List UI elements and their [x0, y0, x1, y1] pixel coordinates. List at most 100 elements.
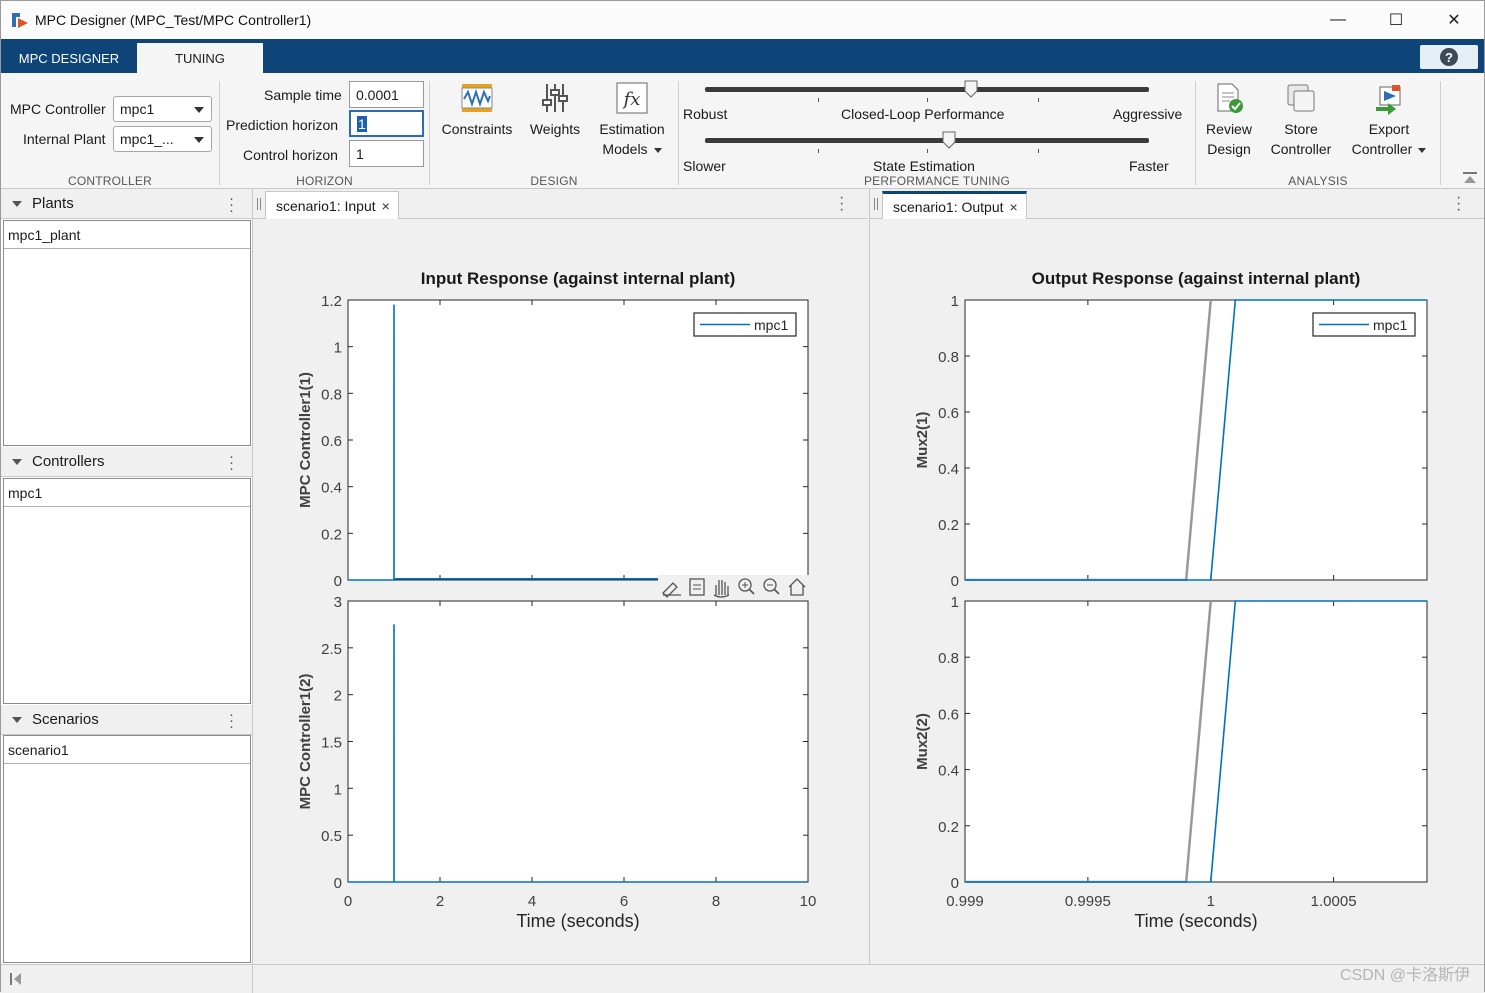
mpc-controller-dropdown[interactable]: mpc1	[113, 96, 212, 122]
scenarios-menu-icon[interactable]: · · ·	[229, 707, 234, 734]
closed-loop-performance-thumb[interactable]	[964, 80, 978, 98]
review-label-line2: Design	[1207, 141, 1251, 157]
maximize-button[interactable]: ☐	[1367, 1, 1425, 39]
window-title: MPC Designer (MPC_Test/MPC Controller1)	[35, 12, 312, 28]
data-browser-panel: Plants · · · mpc1_plant Controllers · · · mp…	[1, 189, 253, 964]
slider-tick	[1038, 149, 1039, 153]
weights-button[interactable]: Weights	[522, 81, 588, 139]
collapse-triangle-icon[interactable]	[12, 716, 22, 723]
x-tick-label: 0.9995	[1065, 893, 1111, 910]
y-tick-label: 0.2	[938, 517, 959, 534]
slider-tick	[927, 149, 928, 153]
y-tick-label: 1.5	[321, 735, 342, 752]
y-tick-label: 0.6	[938, 405, 959, 422]
x-tick-label: 0.999	[946, 893, 984, 910]
scenarios-title: Scenarios	[32, 711, 99, 728]
tab-tuning[interactable]: TUNING	[137, 43, 263, 73]
export-label-line2: Controller	[1351, 141, 1413, 157]
controllers-menu-icon[interactable]: · · ·	[229, 449, 234, 476]
controller-section: MPC Controller mpc1 Internal Plant mpc1_…	[1, 73, 219, 189]
y-tick-label: 0.6	[321, 433, 342, 450]
help-icon: ?	[1440, 48, 1458, 66]
status-left-area	[1, 965, 253, 993]
y-tick-label: 0.8	[321, 386, 342, 403]
scenarios-header[interactable]: Scenarios · · ·	[1, 705, 252, 735]
list-item[interactable]: scenario1	[4, 736, 250, 764]
close-button[interactable]: ✕	[1425, 1, 1483, 39]
constraints-button[interactable]: Constraints	[438, 81, 516, 139]
plants-header[interactable]: Plants · · ·	[1, 189, 252, 219]
export-controller-button[interactable]: Export Controller	[1344, 81, 1434, 159]
y-tick-label: 0.8	[938, 349, 959, 366]
y-tick-label: 0	[951, 875, 959, 892]
axes-3: 0 0.2 0.4 0.6 0.8 1 0.999 0.9995 1 1.0005 Mux2(2) T…	[914, 594, 1428, 931]
store-controller-button[interactable]: Store Controller	[1264, 81, 1338, 159]
x-axis-label: Time (seconds)	[516, 911, 639, 931]
y-tick-label: 1	[951, 293, 959, 310]
horizon-section-title: HORIZON	[296, 174, 353, 188]
section-divider	[1440, 81, 1441, 185]
control-horizon-label: Control horizon	[243, 147, 338, 163]
chevron-down-icon	[194, 107, 204, 113]
axes-1: 0 0.5 1 1.5 2 2.5 3 0 2 4 6 8 10 MPC Controller1(2) Ti…	[297, 594, 816, 931]
legend-label: mpc1	[754, 317, 788, 333]
axes-2: 0 0.2 0.4 0.6 0.8 1 Output Response (against i…	[914, 269, 1428, 590]
performance-tuning-section: Robust Closed-Loop Performance Aggressiv…	[679, 73, 1195, 189]
plants-list: mpc1_plant	[3, 220, 251, 446]
state-estimation-slider[interactable]	[705, 138, 1149, 143]
review-design-button[interactable]: Review Design	[1200, 81, 1258, 159]
sample-time-input[interactable]: 0.0001	[349, 81, 424, 108]
state-estimation-thumb[interactable]	[942, 131, 956, 149]
collapse-toolstrip-icon[interactable]	[1462, 171, 1478, 185]
review-label-line1: Review	[1206, 121, 1252, 137]
x-tick-label: 8	[712, 893, 720, 910]
y-tick-label: 3	[334, 594, 342, 611]
list-item[interactable]: mpc1	[4, 479, 250, 507]
sample-time-label: Sample time	[264, 87, 342, 103]
estimation-models-button[interactable]: fx Estimation Models	[592, 81, 672, 159]
closed-loop-performance-slider[interactable]	[705, 87, 1149, 92]
y-tick-label: 0	[334, 573, 342, 590]
help-button[interactable]: ?	[1420, 45, 1478, 69]
axes-box	[964, 299, 1428, 581]
x-tick-label: 6	[620, 893, 628, 910]
x-tick-label: 2	[436, 893, 444, 910]
y-tick-label: 0.4	[321, 480, 342, 497]
analysis-section: Review Design Store Controller Export Co…	[1196, 73, 1440, 189]
tab-mpc-designer[interactable]: MPC DESIGNER	[5, 43, 133, 73]
input-response-plot: 0 0.2 0.4 0.6 0.8 1 1.2 Input Response (against…	[297, 269, 816, 931]
export-controller-icon	[1372, 81, 1406, 115]
x-axis-label: Time (seconds)	[1134, 911, 1257, 931]
y-axis-label: Mux2(2)	[914, 713, 931, 770]
prediction-horizon-input[interactable]: 1	[349, 110, 424, 137]
performance-tuning-section-title: PERFORMANCE TUNING	[863, 174, 1011, 188]
y-tick-label: 0	[334, 875, 342, 892]
internal-plant-label: Internal Plant	[23, 131, 106, 147]
controllers-header[interactable]: Controllers · · ·	[1, 447, 252, 477]
internal-plant-dropdown[interactable]: mpc1_...	[113, 126, 212, 152]
control-horizon-input[interactable]: 1	[349, 140, 424, 167]
y-tick-label: 0.6	[938, 706, 959, 723]
x-tick-label: 4	[528, 893, 536, 910]
list-item[interactable]: mpc1_plant	[4, 221, 250, 249]
output-response-plot: 0 0.2 0.4 0.6 0.8 1 Output Response (against i…	[914, 269, 1428, 931]
y-tick-label: 0.4	[938, 763, 959, 780]
collapse-triangle-icon[interactable]	[12, 458, 22, 465]
minimize-button[interactable]: —	[1309, 1, 1367, 39]
slider-tick	[927, 98, 928, 102]
collapse-triangle-icon[interactable]	[12, 200, 22, 207]
mpc-app-icon	[9, 9, 31, 31]
controller-section-title: CONTROLLER	[67, 174, 152, 188]
axes-box	[347, 299, 809, 581]
design-section-title: DESIGN	[530, 174, 578, 188]
y-axis-label: Mux2(1)	[914, 412, 931, 469]
weights-sliders-icon	[538, 81, 572, 115]
weights-label: Weights	[529, 121, 581, 137]
closed-loop-performance-label: Closed-Loop Performance	[841, 106, 1005, 122]
axes-box	[964, 600, 1428, 883]
estimation-label-line1: Estimation	[599, 121, 665, 137]
store-controller-icon	[1284, 81, 1318, 115]
collapse-panel-icon[interactable]	[9, 972, 23, 986]
plants-menu-icon[interactable]: · · ·	[229, 191, 234, 218]
svg-text:fx: fx	[622, 89, 641, 110]
